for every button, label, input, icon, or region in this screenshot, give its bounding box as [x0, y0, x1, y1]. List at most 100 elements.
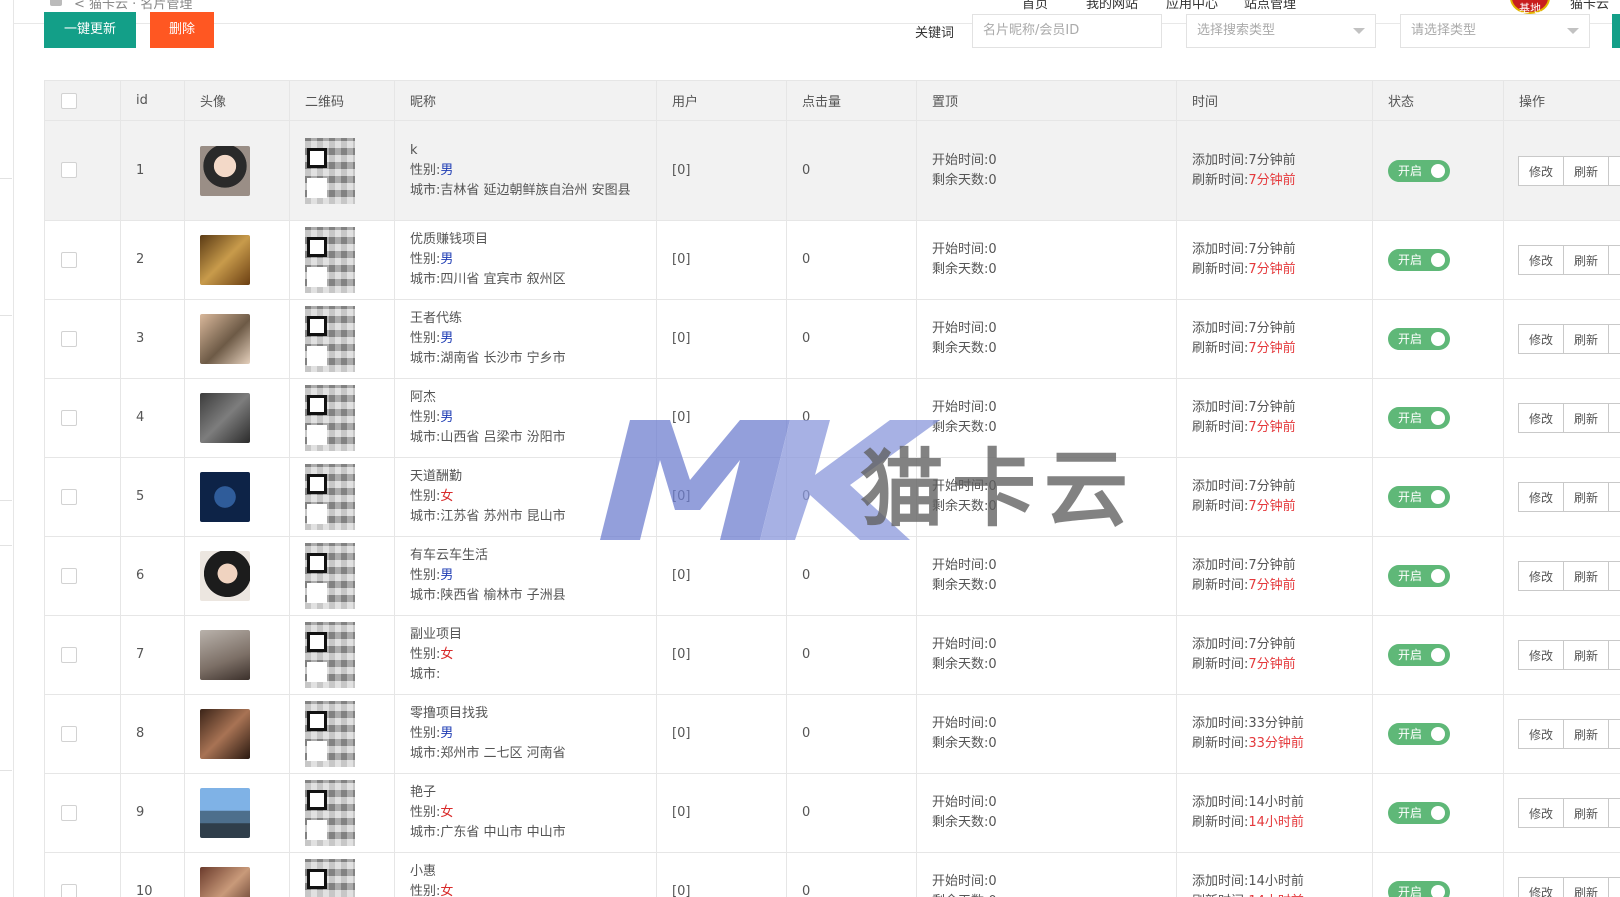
nav-item-apps[interactable]: 应用中心: [1166, 0, 1218, 12]
row-select-cell[interactable]: [44, 536, 121, 616]
table-row[interactable]: 2 优质赚钱项目 性别:男 城市:四川省 宜宾市 叙州区 [0] 0 开始时间:0 剩余天数:…: [44, 220, 1620, 300]
refresh-button[interactable]: 刷新: [1563, 155, 1610, 186]
qrcode-image[interactable]: [305, 859, 355, 897]
row-checkbox[interactable]: [61, 488, 77, 505]
more-button[interactable]: [1608, 719, 1620, 749]
avatar-image[interactable]: [200, 472, 250, 522]
qrcode-image[interactable]: [305, 227, 355, 293]
more-button[interactable]: [1608, 245, 1620, 275]
avatar-image[interactable]: [200, 630, 250, 680]
table-row[interactable]: 9 艳子 性别:女 城市:广东省 中山市 中山市 [0] 0 开始时间:0 剩余天数:0 添加时…: [44, 773, 1620, 853]
refresh-button[interactable]: 刷新: [1563, 640, 1610, 670]
edit-button[interactable]: 修改: [1518, 640, 1565, 670]
avatar-image[interactable]: [200, 551, 250, 601]
status-toggle[interactable]: 开启: [1388, 159, 1450, 182]
refresh-button[interactable]: 刷新: [1563, 877, 1610, 897]
row-checkbox[interactable]: [61, 251, 77, 268]
more-button[interactable]: [1608, 155, 1620, 186]
status-toggle[interactable]: 开启: [1388, 486, 1450, 508]
qrcode-image[interactable]: [305, 701, 355, 767]
user-avatar[interactable]: 基地: [1510, 0, 1550, 15]
refresh-button[interactable]: 刷新: [1563, 719, 1610, 749]
table-row[interactable]: 1 k 性别:男 城市:吉林省 延边朝鲜族自治州 安图县 [0] 0 开始时间:0 剩余天数:…: [44, 120, 1620, 221]
refresh-button[interactable]: 刷新: [1563, 482, 1610, 512]
status-toggle[interactable]: 开启: [1388, 407, 1450, 429]
avatar-image[interactable]: [200, 867, 250, 897]
nav-item-home[interactable]: 首页: [1022, 0, 1048, 12]
avatar-image[interactable]: [200, 788, 250, 838]
row-checkbox[interactable]: [61, 409, 77, 426]
table-row[interactable]: 5 天道酬勤 性别:女 城市:江苏省 苏州市 昆山市 [0] 0 开始时间:0 剩余天数:0 添…: [44, 457, 1620, 537]
edit-button[interactable]: 修改: [1518, 561, 1565, 591]
row-select-cell[interactable]: [44, 457, 121, 537]
status-toggle[interactable]: 开启: [1388, 644, 1450, 666]
edit-button[interactable]: 修改: [1518, 877, 1565, 897]
row-checkbox[interactable]: [61, 567, 77, 584]
edit-button[interactable]: 修改: [1518, 403, 1565, 433]
avatar-image[interactable]: [200, 393, 250, 443]
nav-item-manage[interactable]: 站点管理: [1244, 0, 1296, 12]
row-checkbox[interactable]: [61, 883, 77, 897]
row-checkbox[interactable]: [61, 804, 77, 821]
edit-button[interactable]: 修改: [1518, 324, 1565, 354]
avatar-image[interactable]: [200, 235, 250, 285]
menu-toggle-icon[interactable]: [50, 0, 62, 6]
row-checkbox[interactable]: [61, 646, 77, 663]
status-toggle[interactable]: 开启: [1388, 565, 1450, 587]
row-select-cell[interactable]: [44, 378, 121, 458]
refresh-button[interactable]: 刷新: [1563, 324, 1610, 354]
refresh-button[interactable]: 刷新: [1563, 403, 1610, 433]
more-button[interactable]: [1608, 482, 1620, 512]
row-checkbox[interactable]: [61, 725, 77, 742]
avatar-image[interactable]: [200, 314, 250, 364]
table-row[interactable]: 3 王者代练 性别:男 城市:湖南省 长沙市 宁乡市 [0] 0 开始时间:0 剩余天数:0 添…: [44, 299, 1620, 379]
type-select[interactable]: 请选择类型: [1400, 14, 1590, 48]
status-toggle[interactable]: 开启: [1388, 249, 1450, 271]
search-type-select[interactable]: 选择搜索类型: [1186, 14, 1376, 48]
breadcrumb[interactable]: < 猫卡云 · 名片管理: [74, 0, 192, 12]
row-select-cell[interactable]: [44, 299, 121, 379]
table-row[interactable]: 4 阿杰 性别:男 城市:山西省 吕梁市 汾阳市 [0] 0 开始时间:0 剩余天数:0 添加时…: [44, 378, 1620, 458]
more-button[interactable]: [1608, 798, 1620, 828]
nav-item-sites[interactable]: 我的网站: [1086, 0, 1138, 12]
select-all-checkbox[interactable]: [61, 92, 77, 109]
more-button[interactable]: [1608, 403, 1620, 433]
table-row[interactable]: 10小惠性别:女城市:[0]0开始时间:0剩余天数:0添加时间:14小时前刷新时…: [44, 852, 1620, 897]
row-checkbox[interactable]: [61, 330, 77, 347]
table-row[interactable]: 6 有车云车生活 性别:男 城市:陕西省 榆林市 子洲县 [0] 0 开始时间:0 剩余天数:…: [44, 536, 1620, 616]
search-button[interactable]: [1612, 14, 1620, 48]
select-all-cell[interactable]: [44, 80, 121, 121]
row-select-cell[interactable]: [44, 773, 121, 853]
edit-button[interactable]: 修改: [1518, 798, 1565, 828]
refresh-button[interactable]: 刷新: [1563, 798, 1610, 828]
refresh-button[interactable]: 刷新: [1563, 245, 1610, 275]
status-toggle[interactable]: 开启: [1388, 328, 1450, 350]
more-button[interactable]: [1608, 877, 1620, 897]
row-select-cell[interactable]: [44, 220, 121, 300]
row-select-cell[interactable]: [44, 120, 121, 221]
qrcode-image[interactable]: [305, 780, 355, 846]
status-toggle[interactable]: 开启: [1388, 881, 1450, 897]
status-toggle[interactable]: 开启: [1388, 723, 1450, 745]
refresh-button[interactable]: 刷新: [1563, 561, 1610, 591]
col-id[interactable]: id: [120, 80, 185, 121]
edit-button[interactable]: 修改: [1518, 155, 1565, 186]
username[interactable]: 猫卡云: [1570, 0, 1609, 12]
qrcode-image[interactable]: [305, 622, 355, 688]
edit-button[interactable]: 修改: [1518, 482, 1565, 512]
qrcode-image[interactable]: [305, 306, 355, 372]
avatar-image[interactable]: [200, 145, 250, 196]
status-toggle[interactable]: 开启: [1388, 802, 1450, 824]
qrcode-image[interactable]: [305, 137, 355, 204]
edit-button[interactable]: 修改: [1518, 719, 1565, 749]
edit-button[interactable]: 修改: [1518, 245, 1565, 275]
row-checkbox[interactable]: [61, 162, 77, 178]
table-row[interactable]: 7 副业项目 性别:女 城市: [0] 0 开始时间:0 剩余天数:0 添加时间:7分钟前 刷新时…: [44, 615, 1620, 695]
qrcode-image[interactable]: [305, 385, 355, 451]
row-select-cell[interactable]: [44, 615, 121, 695]
more-button[interactable]: [1608, 324, 1620, 354]
avatar-image[interactable]: [200, 709, 250, 759]
row-select-cell[interactable]: [44, 694, 121, 774]
more-button[interactable]: [1608, 561, 1620, 591]
qrcode-image[interactable]: [305, 464, 355, 530]
